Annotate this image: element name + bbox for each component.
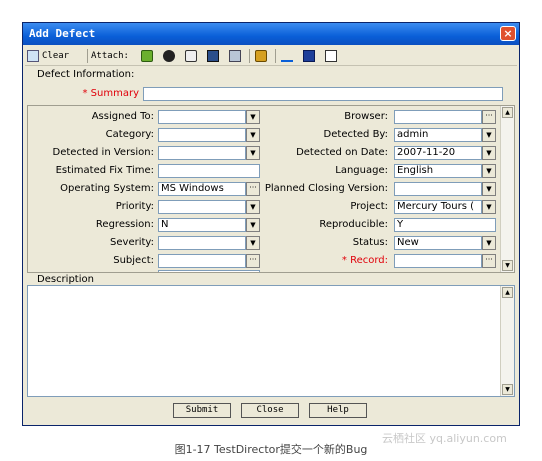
project-field[interactable]: Mercury Tours (: [394, 200, 482, 214]
attach-clipboard-icon: [229, 50, 241, 62]
regression-label: Regression:: [95, 219, 154, 230]
spell-check-button[interactable]: [281, 48, 293, 64]
detected-in-version-dropdown-button[interactable]: ▼: [246, 146, 260, 160]
operating-system-field[interactable]: MS Windows: [158, 182, 246, 196]
estimated-fix-time-label: Estimated Fix Time:: [55, 165, 154, 176]
regression-dropdown-button[interactable]: ▼: [246, 218, 260, 232]
detected-by-dropdown-button[interactable]: ▼: [482, 128, 496, 142]
watermark: 云栖社区 yq.aliyun.com: [382, 432, 507, 445]
description-scrollbar[interactable]: ▲ ▼: [500, 286, 514, 396]
attach-url-icon: [163, 50, 175, 62]
assigned-to-field[interactable]: [158, 110, 246, 124]
status-dropdown-button[interactable]: ▼: [482, 236, 496, 250]
planned-closing-version-label: Planned Closing Version:: [264, 183, 388, 194]
detected-on-date-dropdown-button[interactable]: ▼: [482, 146, 496, 160]
regression-field[interactable]: N: [158, 218, 246, 232]
reproducible-label: Reproducible:: [319, 219, 388, 230]
clear-button[interactable]: Clear: [27, 48, 69, 64]
find-similar-icon: [255, 50, 267, 62]
toolbar: Clear Attach:: [25, 47, 517, 66]
window-close-button[interactable]: ×: [500, 26, 516, 41]
thesaurus-icon: [303, 50, 315, 62]
scroll-up-arrow-icon[interactable]: ▲: [502, 107, 513, 118]
subject-label: Subject:: [113, 255, 154, 266]
planned-closing-version-dropdown-button[interactable]: ▼: [482, 182, 496, 196]
spelling-options-button[interactable]: [325, 48, 337, 64]
priority-dropdown-button[interactable]: ▼: [246, 200, 260, 214]
clear-label: Clear: [42, 51, 70, 61]
detected-in-version-field[interactable]: [158, 146, 246, 160]
project-dropdown-button[interactable]: ▼: [482, 200, 496, 214]
attach-label-wrap: Attach:: [91, 48, 129, 64]
help-button[interactable]: Help: [309, 403, 367, 418]
severity-label: Severity:: [110, 237, 154, 248]
severity-dropdown-button[interactable]: ▼: [246, 236, 260, 250]
title-bar: Add Defect ×: [23, 23, 519, 45]
detected-on-date-label: Detected on Date:: [296, 147, 388, 158]
priority-field[interactable]: [158, 200, 246, 214]
add-defect-window: Add Defect × Clear Attach: Defect Inform…: [22, 22, 520, 426]
browser-field[interactable]: [394, 110, 482, 124]
attach-label: Attach:: [91, 51, 129, 61]
defect-information-heading: Defect Information:: [37, 69, 135, 80]
record-field[interactable]: [394, 254, 482, 268]
attach-file-button[interactable]: [141, 48, 153, 64]
summary-input[interactable]: [143, 87, 503, 101]
thesaurus-button[interactable]: [303, 48, 315, 64]
browser-browse-button[interactable]: ···: [482, 110, 496, 124]
spelling-options-icon: [325, 50, 337, 62]
find-similar-button[interactable]: [255, 48, 267, 64]
detected-by-label: Detected By:: [323, 129, 388, 140]
attach-sysinfo-button[interactable]: [207, 48, 219, 64]
subject-field[interactable]: [158, 254, 246, 268]
status-field[interactable]: New: [394, 236, 482, 250]
submit-button[interactable]: Submit: [173, 403, 231, 418]
scroll-down-arrow-icon[interactable]: ▼: [502, 384, 513, 395]
detected-by-field[interactable]: admin: [394, 128, 482, 142]
subject-browse-button[interactable]: ···: [246, 254, 260, 268]
clear-icon: [27, 50, 39, 62]
planned-closing-version-field[interactable]: [394, 182, 482, 196]
record-label: * Record:: [341, 255, 388, 266]
language-dropdown-button[interactable]: ▼: [482, 164, 496, 178]
scroll-down-arrow-icon[interactable]: ▼: [502, 260, 513, 271]
language-label: Language:: [335, 165, 388, 176]
description-textarea[interactable]: ▲ ▼: [27, 285, 515, 397]
severity-field[interactable]: [158, 236, 246, 250]
partial-hidden-field[interactable]: [158, 270, 260, 272]
assigned-to-dropdown-button[interactable]: ▼: [246, 110, 260, 124]
close-button[interactable]: Close: [241, 403, 299, 418]
record-browse-button[interactable]: ···: [482, 254, 496, 268]
priority-label: Priority:: [115, 201, 154, 212]
attach-snapshot-button[interactable]: [185, 48, 197, 64]
status-label: Status:: [352, 237, 388, 248]
attach-url-button[interactable]: [163, 48, 175, 64]
attach-snapshot-icon: [185, 50, 197, 62]
project-label: Project:: [350, 201, 388, 212]
category-field[interactable]: [158, 128, 246, 142]
toolbar-separator: [249, 49, 250, 63]
attach-sysinfo-icon: [207, 50, 219, 62]
description-label: Description: [37, 274, 94, 285]
fields-scrollbar[interactable]: ▲ ▼: [500, 106, 514, 272]
summary-label: * Summary: [82, 88, 139, 99]
language-field[interactable]: English: [394, 164, 482, 178]
estimated-fix-time-input[interactable]: [158, 164, 260, 178]
assigned-to-label: Assigned To:: [91, 111, 154, 122]
spell-check-icon: [281, 50, 293, 62]
browser-label: Browser:: [344, 111, 388, 122]
detected-on-date-field[interactable]: 2007-11-20: [394, 146, 482, 160]
toolbar-separator: [275, 49, 276, 63]
category-dropdown-button[interactable]: ▼: [246, 128, 260, 142]
attach-file-icon: [141, 50, 153, 62]
category-label: Category:: [105, 129, 154, 140]
window-title: Add Defect: [29, 27, 96, 40]
reproducible-field[interactable]: Y: [394, 218, 496, 232]
defect-fields-panel: Assigned To: ▼ Category: ▼ Detected in V…: [27, 105, 515, 273]
detected-in-version-label: Detected in Version:: [52, 147, 154, 158]
scroll-up-arrow-icon[interactable]: ▲: [502, 287, 513, 298]
attach-clipboard-button[interactable]: [229, 48, 241, 64]
toolbar-separator: [87, 49, 88, 63]
operating-system-label: Operating System:: [60, 183, 154, 194]
